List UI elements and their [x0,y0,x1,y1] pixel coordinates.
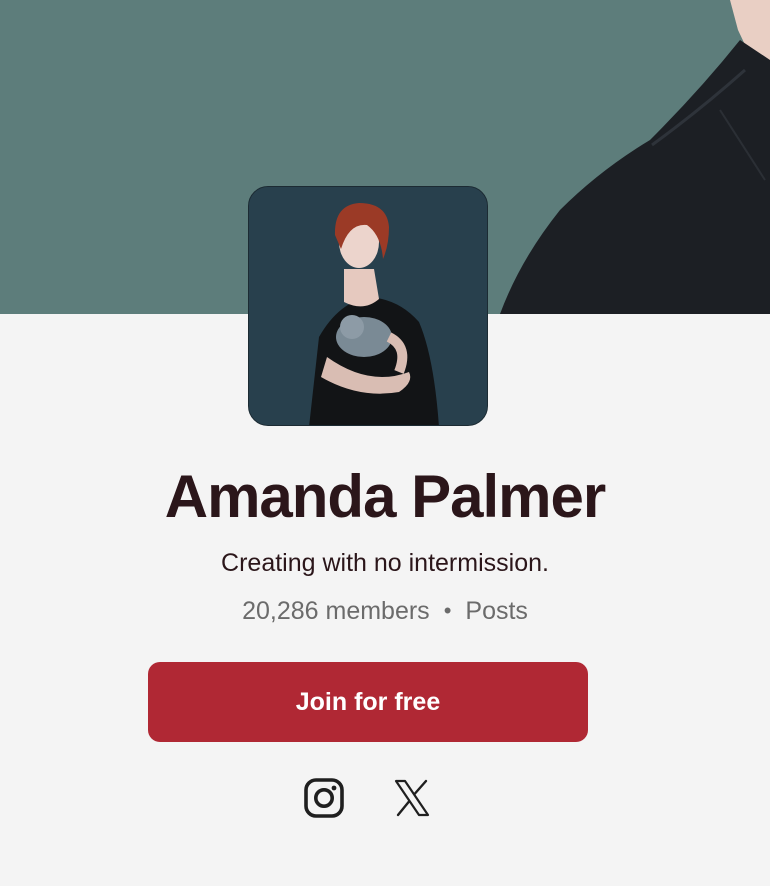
instagram-icon [304,778,344,818]
join-for-free-button[interactable]: Join for free [148,662,588,742]
instagram-link[interactable] [302,776,346,820]
creator-avatar [248,186,488,426]
creator-name: Amanda Palmer [164,463,607,530]
meta-separator: • [443,598,452,623]
x-twitter-icon [394,779,430,817]
creator-meta: 20,286 members • Posts [0,594,770,628]
x-twitter-link[interactable] [390,776,434,820]
creator-tagline: Creating with no intermission. [221,549,549,577]
posts-link[interactable]: Posts [465,597,528,625]
member-count: 20,286 members [242,597,430,625]
